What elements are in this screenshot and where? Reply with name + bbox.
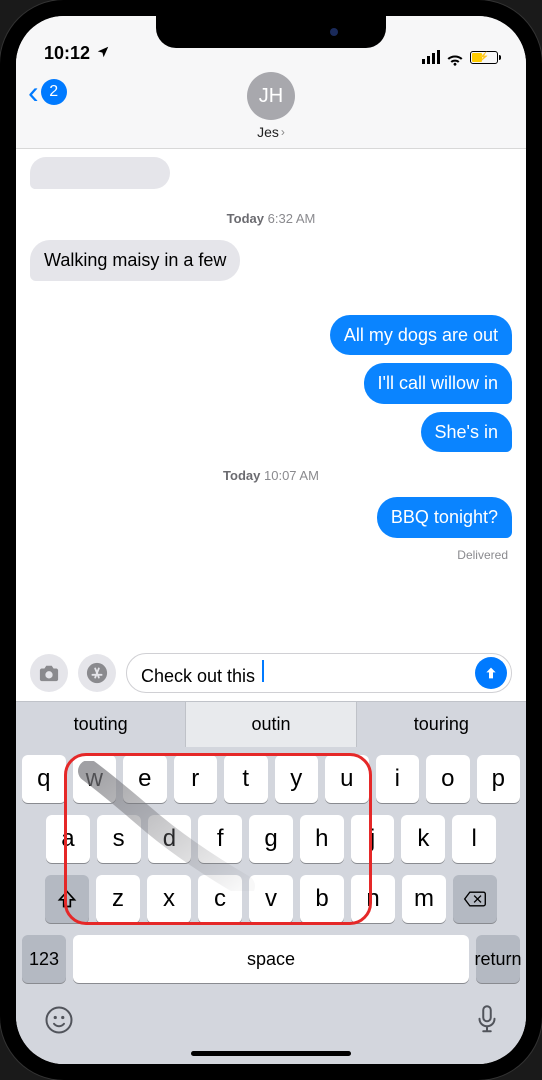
phone-frame: 10:12 ⚡ ‹ 2 JH Jes › [0,0,542,1080]
app-store-button[interactable] [78,654,116,692]
return-key[interactable]: return [476,935,520,983]
key-r[interactable]: r [174,755,218,803]
key-w[interactable]: w [73,755,117,803]
contact-name-button[interactable]: Jes › [257,124,285,140]
home-indicator[interactable] [191,1051,351,1056]
key-i[interactable]: i [376,755,420,803]
location-icon [96,43,110,64]
suggestion-1[interactable]: touting [16,702,186,747]
key-c[interactable]: c [198,875,242,923]
message-thread[interactable]: Today 6:32 AM Walking maisy in a few All… [16,149,526,643]
wifi-icon [446,50,464,64]
key-y[interactable]: y [275,755,319,803]
battery-icon: ⚡ [470,51,498,64]
previous-message-bubble [30,157,170,189]
unread-badge: 2 [41,79,67,105]
suggestion-bar: touting outin touring [16,701,526,747]
key-e[interactable]: e [123,755,167,803]
compose-bar: Check out this [16,643,526,701]
key-q[interactable]: q [22,755,66,803]
emoji-button[interactable] [44,1005,74,1042]
space-key[interactable]: space [73,935,469,983]
camera-button[interactable] [30,654,68,692]
numeric-key[interactable]: 123 [22,935,66,983]
shift-key[interactable] [45,875,89,923]
key-p[interactable]: p [477,755,521,803]
key-m[interactable]: m [402,875,446,923]
key-k[interactable]: k [401,815,445,863]
key-n[interactable]: n [351,875,395,923]
text-cursor [262,660,264,682]
key-u[interactable]: u [325,755,369,803]
message-input-value: Check out this [141,666,260,686]
keyboard: q w e r t y u i o p a s d f g h j k l [16,747,526,989]
key-b[interactable]: b [300,875,344,923]
key-j[interactable]: j [351,815,395,863]
key-d[interactable]: d [148,815,192,863]
key-g[interactable]: g [249,815,293,863]
signal-icon [422,50,440,64]
key-x[interactable]: x [147,875,191,923]
key-a[interactable]: a [46,815,90,863]
key-z[interactable]: z [96,875,140,923]
status-time: 10:12 [44,43,90,64]
outgoing-message[interactable]: BBQ tonight? [377,497,512,538]
outgoing-message[interactable]: All my dogs are out [330,315,512,356]
key-t[interactable]: t [224,755,268,803]
send-button[interactable] [475,657,507,689]
key-v[interactable]: v [249,875,293,923]
incoming-message[interactable]: Walking maisy in a few [30,240,240,281]
chevron-left-icon: ‹ [28,76,39,108]
key-s[interactable]: s [97,815,141,863]
timestamp-1: Today 6:32 AM [30,211,512,226]
outgoing-message[interactable]: She's in [421,412,512,453]
message-input[interactable]: Check out this [126,653,512,693]
key-o[interactable]: o [426,755,470,803]
screen: 10:12 ⚡ ‹ 2 JH Jes › [16,16,526,1064]
suggestion-3[interactable]: touring [357,702,526,747]
dictation-button[interactable] [476,1005,498,1042]
key-l[interactable]: l [452,815,496,863]
timestamp-2: Today 10:07 AM [30,468,512,483]
contact-avatar[interactable]: JH [247,72,295,120]
delete-key[interactable] [453,875,497,923]
delivered-label: Delivered [30,548,512,562]
key-f[interactable]: f [198,815,242,863]
conversation-header: ‹ 2 JH Jes › [16,66,526,149]
notch [156,16,386,48]
key-h[interactable]: h [300,815,344,863]
suggestion-2[interactable]: outin [186,702,356,747]
chevron-right-icon: › [281,125,285,139]
contact-name-label: Jes [257,124,279,140]
outgoing-message[interactable]: I'll call willow in [364,363,512,404]
back-button[interactable]: ‹ 2 [28,76,67,108]
